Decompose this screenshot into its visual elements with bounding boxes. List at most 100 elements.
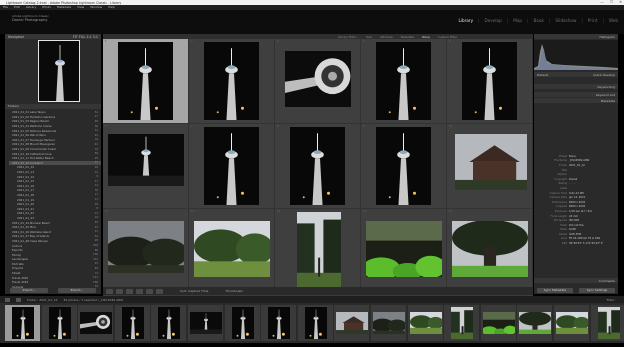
close-icon[interactable]: ✕ bbox=[619, 0, 622, 4]
keyword-list-header[interactable]: Keyword List bbox=[534, 92, 618, 97]
grid-thumbnail[interactable]: 2 bbox=[189, 39, 275, 124]
metadata-value[interactable]: · · · · · bbox=[569, 182, 576, 185]
preset-select[interactable]: Default bbox=[537, 73, 548, 77]
module-library[interactable]: Library bbox=[458, 18, 473, 23]
metadata-value[interactable]: 36°50'54" S 174°45'43" E bbox=[569, 242, 603, 245]
folder-count: 8 bbox=[96, 207, 98, 211]
photo-image bbox=[297, 212, 341, 288]
navigator-preview[interactable] bbox=[38, 40, 80, 102]
filter-option[interactable]: Custom Filter bbox=[438, 35, 457, 39]
painter-icon[interactable] bbox=[156, 288, 163, 294]
module-web[interactable]: Web bbox=[609, 18, 618, 23]
grid-thumbnail[interactable]: 12 bbox=[189, 209, 275, 294]
comments-header[interactable]: Comments bbox=[534, 278, 618, 283]
metadata-header[interactable]: Metadata bbox=[534, 98, 618, 103]
filmstrip-thumbnail[interactable] bbox=[261, 305, 298, 341]
folder-count: 52 bbox=[94, 234, 98, 238]
grid-thumbnail[interactable]: 14 bbox=[361, 209, 447, 294]
filmstrip-filter[interactable]: Filter : bbox=[607, 298, 616, 302]
grid-thumbnail[interactable]: 6 bbox=[103, 124, 189, 209]
filmstrip-thumbnail[interactable] bbox=[297, 305, 334, 341]
loupe-view-icon[interactable] bbox=[116, 288, 123, 294]
grid-thumbnail[interactable]: 5 bbox=[447, 39, 533, 124]
grid-icon[interactable] bbox=[16, 297, 21, 302]
filmstrip-path[interactable]: Folder : 2021_01_12 bbox=[27, 298, 57, 302]
import-button[interactable]: Import... bbox=[10, 287, 48, 293]
folder-count: 14 bbox=[94, 184, 98, 188]
folders-header[interactable]: Folders bbox=[5, 104, 101, 109]
sync-metadata-button[interactable]: Sync Metadata bbox=[537, 287, 573, 293]
grid-thumbnail[interactable]: 10 bbox=[447, 124, 533, 209]
grid-thumbnail[interactable]: 3 bbox=[275, 39, 361, 124]
metadata-value[interactable]: None bbox=[569, 155, 576, 158]
people-view-icon[interactable] bbox=[146, 288, 153, 294]
metadata-value[interactable]: Did not fire bbox=[569, 224, 584, 227]
grid-thumbnail[interactable]: 15 bbox=[447, 209, 533, 294]
grid-thumbnail[interactable]: 13 bbox=[275, 209, 361, 294]
quick-develop-header[interactable]: Default Quick Develop bbox=[534, 72, 618, 77]
module-develop[interactable]: Develop bbox=[485, 18, 502, 23]
secondary-window-icon[interactable] bbox=[5, 297, 10, 302]
module-map[interactable]: Map bbox=[513, 18, 522, 23]
metadata-value[interactable]: Jan 12, 2021 bbox=[569, 196, 585, 199]
filmstrip-thumbnail[interactable] bbox=[41, 305, 78, 341]
filmstrip-thumbnail[interactable] bbox=[334, 305, 371, 341]
module-book[interactable]: Book bbox=[533, 18, 543, 23]
metadata-value[interactable]: Daniel bbox=[569, 178, 577, 181]
metadata-value[interactable]: ILCE-7M3 bbox=[569, 233, 581, 236]
filmstrip-thumbnail[interactable] bbox=[151, 305, 188, 341]
metadata-value[interactable]: 6000 x 4000 bbox=[569, 205, 585, 208]
filter-option[interactable]: None bbox=[422, 35, 430, 39]
grid-thumbnail[interactable]: 4 bbox=[361, 39, 447, 124]
metadata-value[interactable]: FE 24-105mm F4 G OSS bbox=[569, 237, 600, 240]
photo-image bbox=[556, 312, 589, 334]
filmstrip-thumbnail[interactable] bbox=[224, 305, 261, 341]
navigator-header[interactable]: Navigator FIT FILL 1:1 3:1 bbox=[5, 34, 101, 39]
metadata-value[interactable]: 6000 x 4000 bbox=[569, 201, 585, 204]
metadata-value[interactable]: ISO 800 bbox=[569, 219, 579, 222]
metadata-value[interactable]: 9:41:12 PM bbox=[569, 192, 584, 195]
metadata-value[interactable]: 2021_01_12 bbox=[569, 164, 585, 167]
filmstrip-thumbnail[interactable] bbox=[407, 305, 444, 341]
grid-view-icon[interactable] bbox=[106, 288, 113, 294]
grid-thumbnail[interactable]: 9 bbox=[361, 124, 447, 209]
histogram-header[interactable]: Histogram bbox=[534, 34, 618, 39]
export-button[interactable]: Export... bbox=[58, 287, 96, 293]
filmstrip-thumbnail[interactable] bbox=[78, 305, 115, 341]
filter-option[interactable]: Text bbox=[366, 35, 372, 39]
filmstrip-thumbnail[interactable] bbox=[590, 305, 624, 341]
filmstrip-thumbnail[interactable] bbox=[5, 305, 41, 341]
histogram[interactable] bbox=[534, 40, 618, 70]
navigator-zoom[interactable]: FIT FILL 1:1 3:1 bbox=[73, 35, 98, 39]
folder-count: 19 bbox=[94, 138, 98, 142]
filmstrip-photo bbox=[231, 307, 254, 339]
grid-thumbnail[interactable]: 8 bbox=[275, 124, 361, 209]
filmstrip-thumbnail[interactable] bbox=[517, 305, 554, 341]
filmstrip-thumbnail[interactable] bbox=[444, 305, 481, 341]
sort-label[interactable]: Sort: Capture Time bbox=[180, 289, 208, 293]
grid-thumbnail[interactable]: 1 bbox=[103, 39, 189, 124]
filmstrip-thumbnail[interactable] bbox=[114, 305, 151, 341]
survey-view-icon[interactable] bbox=[136, 288, 143, 294]
metadata-value[interactable]: SONY bbox=[569, 228, 576, 231]
metadata-value[interactable]: 1/10 sec at f / 8.0 bbox=[569, 210, 592, 213]
module-print[interactable]: Print bbox=[588, 18, 598, 23]
sync-settings-button[interactable]: Sync Settings bbox=[579, 287, 615, 293]
minimize-icon[interactable]: — bbox=[600, 0, 604, 4]
filmstrip-thumbnail[interactable] bbox=[480, 305, 517, 341]
metadata-value[interactable]: 24 mm bbox=[569, 215, 578, 218]
module-slideshow[interactable]: Slideshow bbox=[555, 18, 576, 23]
filter-option[interactable]: Metadata bbox=[401, 35, 415, 39]
maximize-icon[interactable]: ☐ bbox=[610, 0, 613, 4]
folder-count: 25 bbox=[94, 156, 98, 160]
filter-option[interactable]: Attribute bbox=[380, 35, 393, 39]
thumbnail-photo bbox=[455, 134, 527, 190]
filmstrip-thumbnail[interactable] bbox=[554, 305, 590, 341]
grid-thumbnail[interactable]: 11 bbox=[103, 209, 189, 294]
keywording-header[interactable]: Keywording bbox=[534, 84, 618, 89]
filmstrip-thumbnail[interactable] bbox=[188, 305, 224, 341]
metadata-value[interactable]: _DSC4582.ARW bbox=[569, 159, 589, 162]
grid-thumbnail[interactable]: 7 bbox=[189, 124, 275, 209]
compare-view-icon[interactable] bbox=[126, 288, 133, 294]
filmstrip-thumbnail[interactable] bbox=[371, 305, 407, 341]
